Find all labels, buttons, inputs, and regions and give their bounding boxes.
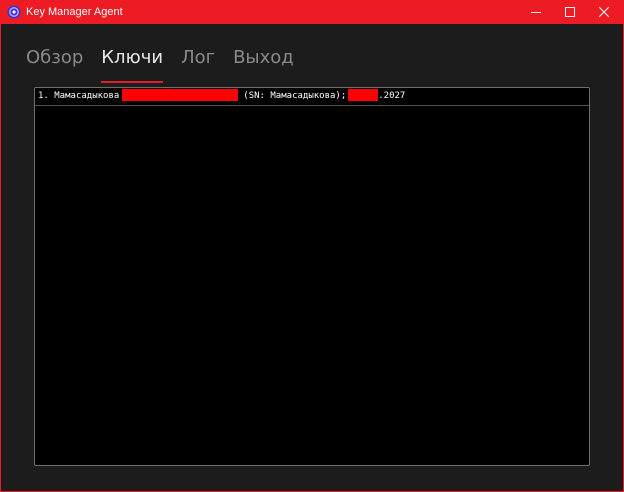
window-title: Key Manager Agent <box>26 6 123 18</box>
keys-list[interactable]: 1. Мамасадыкова (SN: Мамасадыкова); .2027 <box>34 87 590 466</box>
tab-overview[interactable]: Обзор <box>26 46 83 78</box>
item-index: 1. <box>38 91 49 101</box>
tab-bar: Обзор Ключи Лог Выход <box>26 46 312 83</box>
item-name: Мамасадыкова <box>54 91 120 101</box>
tab-keys[interactable]: Ключи <box>101 46 163 83</box>
minimize-icon <box>531 12 541 13</box>
maximize-icon <box>565 7 575 17</box>
close-button[interactable] <box>588 0 620 24</box>
list-item[interactable]: 1. Мамасадыкова (SN: Мамасадыкова); .2027 <box>35 88 589 106</box>
maximize-button[interactable] <box>554 0 586 24</box>
close-icon <box>599 7 609 17</box>
minimize-button[interactable] <box>520 0 552 24</box>
app-window: Key Manager Agent Обзор Ключи Лог Выход <box>0 0 624 492</box>
title-bar[interactable]: Key Manager Agent <box>0 0 624 24</box>
item-serial: (SN: Мамасадыкова); <box>243 91 347 101</box>
main-content: Обзор Ключи Лог Выход 1. Мамасадыкова (SN… <box>1 24 623 491</box>
redaction-block <box>122 88 239 101</box>
redaction-block <box>348 88 379 101</box>
shield-icon <box>7 5 21 19</box>
tab-exit[interactable]: Выход <box>233 46 294 78</box>
tab-log[interactable]: Лог <box>181 46 215 78</box>
item-expiry: .2027 <box>378 91 406 101</box>
